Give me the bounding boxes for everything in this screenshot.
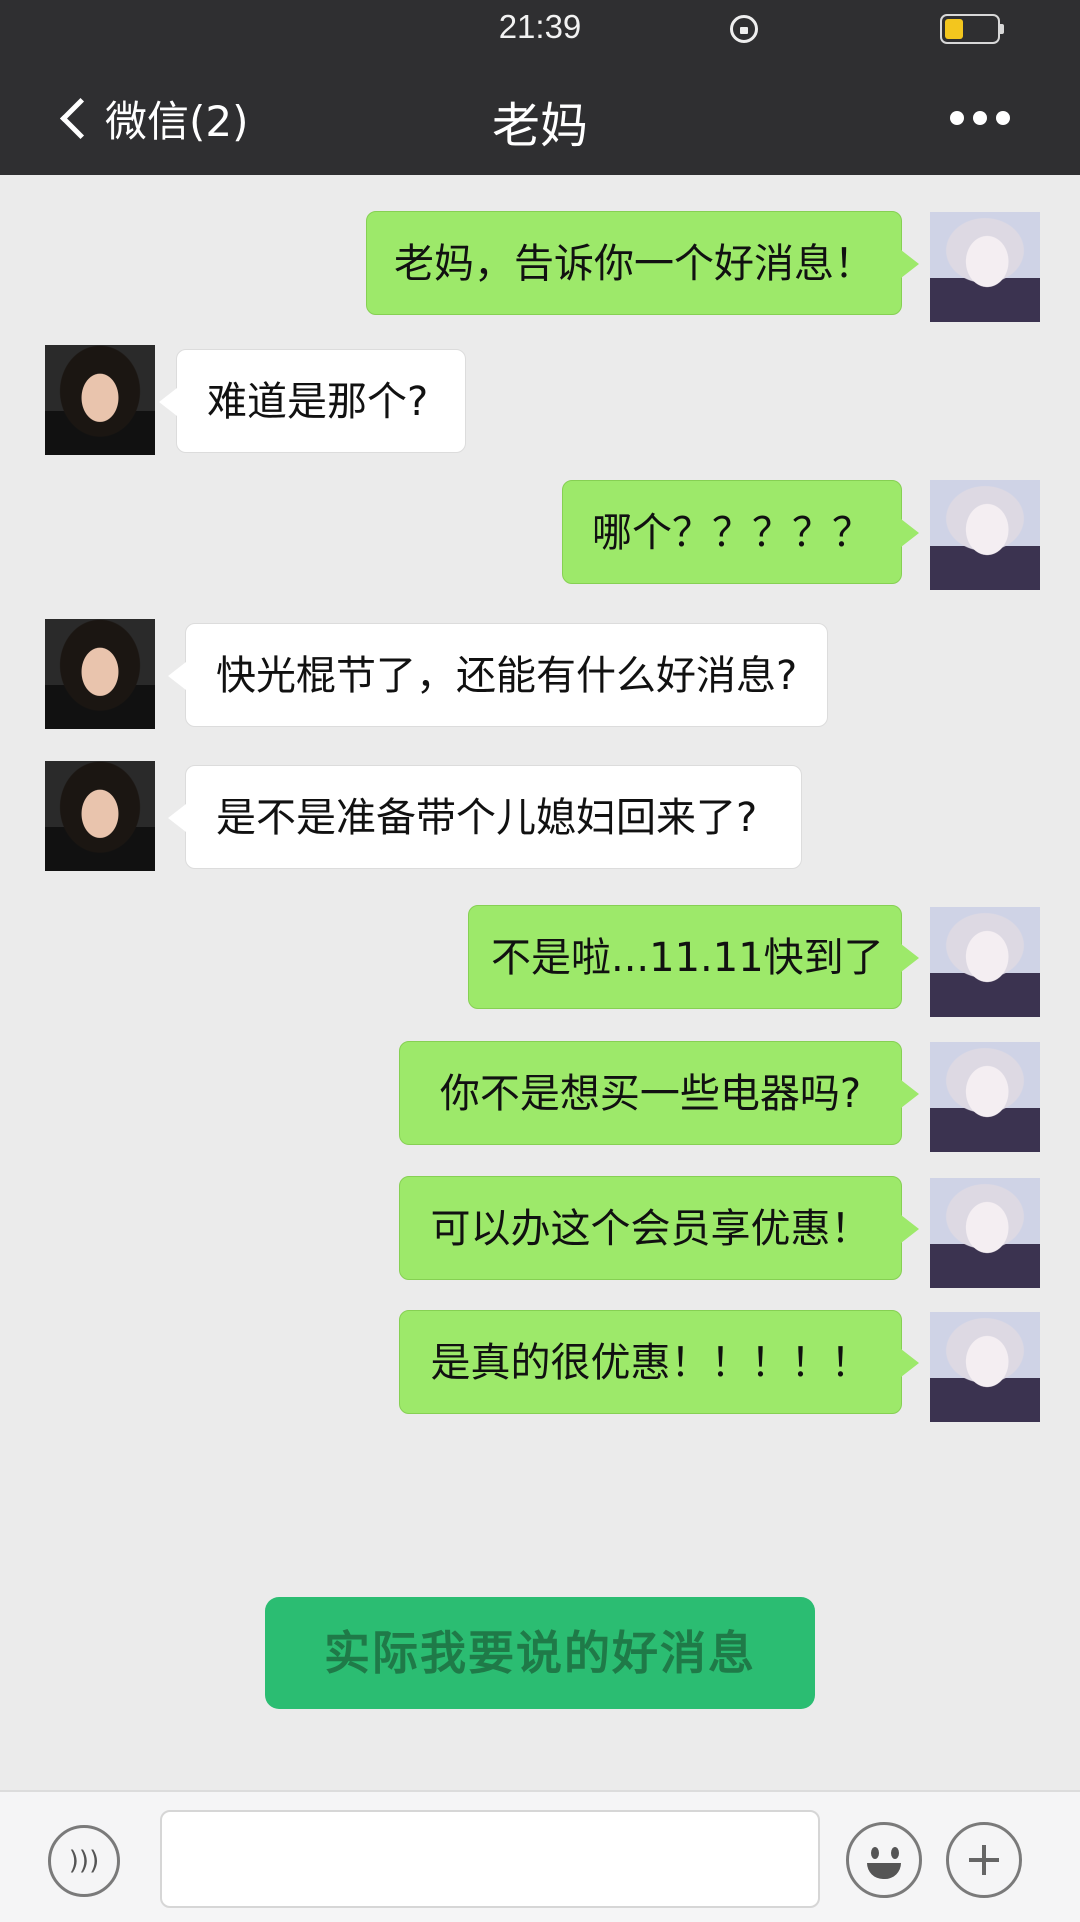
my-avatar[interactable] [930,1312,1040,1422]
message-received[interactable]: 难道是那个? [159,349,466,453]
my-avatar[interactable] [930,1042,1040,1152]
my-avatar[interactable] [930,1178,1040,1288]
message-sent[interactable]: 你不是想买一些电器吗? [399,1041,919,1145]
message-sent[interactable]: 老妈，告诉你一个好消息！ [366,211,919,315]
contact-avatar[interactable] [45,619,155,729]
caption-banner: 实际我要说的好消息 [265,1597,815,1709]
my-avatar[interactable] [930,907,1040,1017]
top-bar: 21:39 微信(2) 老妈 [0,0,1080,175]
plus-icon[interactable] [946,1822,1022,1898]
lock-rotation-icon [730,15,758,43]
message-input[interactable] [160,1810,820,1908]
voice-icon[interactable]: ))) [48,1825,120,1897]
message-sent[interactable]: 是真的很优惠！！！！！ [399,1310,919,1414]
message-sent[interactable]: 可以办这个会员享优惠！ [399,1176,919,1280]
input-bar: ))) [0,1790,1080,1922]
chat-area: 老妈，告诉你一个好消息！ 难道是那个? 哪个？？？？？ 快光棍节了，还能有什么好… [0,175,1080,1775]
more-icon[interactable] [950,108,1010,128]
status-time: 21:39 [498,8,582,45]
emoji-icon[interactable] [846,1822,922,1898]
my-avatar[interactable] [930,480,1040,590]
battery-icon [940,14,1004,44]
contact-avatar[interactable] [45,345,155,455]
contact-avatar[interactable] [45,761,155,871]
my-avatar[interactable] [930,212,1040,322]
message-received[interactable]: 是不是准备带个儿媳妇回来了? [168,765,802,869]
chat-title: 老妈 [491,98,588,154]
message-received[interactable]: 快光棍节了，还能有什么好消息? [168,623,828,727]
message-sent[interactable]: 不是啦...11.11快到了 [468,905,919,1009]
message-sent[interactable]: 哪个？？？？？ [562,480,919,584]
